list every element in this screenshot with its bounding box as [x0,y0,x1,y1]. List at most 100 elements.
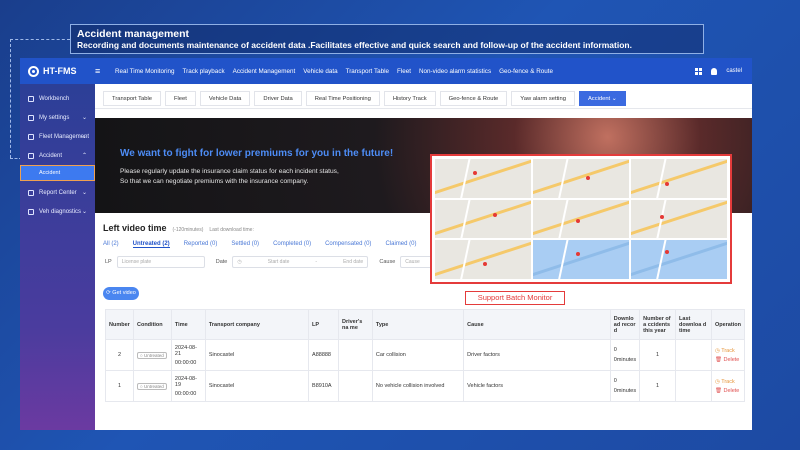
hamburger-menu-icon[interactable]: ≡ [95,66,115,76]
topnav-item[interactable]: Accident Management [233,68,296,75]
user-menu[interactable]: castel [726,68,742,74]
chevron-down-icon: ⌄ [611,96,617,102]
col-header[interactable]: Type [371,309,465,340]
accident-table: Number Condition Time Transport company … [105,309,746,402]
logo-icon [28,65,39,77]
map-tile[interactable] [533,240,629,279]
map-tile[interactable] [435,199,531,239]
tab-real-time-positioning[interactable]: Real Time Positioning [305,91,380,106]
col-header[interactable]: Condition [132,309,172,340]
cell-last-download [675,370,712,402]
map-tile[interactable] [533,159,629,198]
tab-driver-data[interactable]: Driver Data [254,91,302,106]
fleet-icon [28,133,34,140]
map-tile[interactable] [533,199,629,239]
sidebar-item-label: My settings [39,114,70,121]
bell-icon[interactable] [711,67,718,75]
tab-fleet[interactable]: Fleet [164,91,196,106]
tab-geo-fence-route[interactable]: Geo-fence & Route [439,91,508,106]
topnav-item[interactable]: Transport Table [346,68,389,75]
map-tile[interactable] [631,199,727,239]
chevron-down-icon: ⌄ [81,134,87,140]
track-link[interactable]: ◷ Track [715,348,741,354]
delete-link[interactable]: 🗑 Delete [715,357,741,363]
col-header[interactable]: Last downloa d time [675,309,712,340]
col-header[interactable]: Number of a ccidents this year [639,309,677,340]
banner-title: We want to fight for lower premiums for … [120,148,394,159]
sidebar-item-veh-diagnostics[interactable]: Veh diagnostics ⌄ [20,202,95,221]
topnav-item[interactable]: Real Time Monitoring [115,68,175,75]
connector-line [10,39,70,40]
cell-condition: ○ Untreated [132,339,172,371]
tab-vehicle-data[interactable]: Vehicle Data [199,91,251,106]
map-tile[interactable] [631,240,727,279]
vehicle-marker-icon [664,249,669,254]
sidebar-subitem-accident[interactable]: Accident [20,165,95,181]
status-tab-claimed[interactable]: Claimed (0) [385,241,416,248]
apps-grid-icon[interactable] [695,67,703,75]
track-link[interactable]: ◷ Track [715,379,741,385]
cell-lp: B8910A [308,370,339,402]
sidebar-item-label: Report Center [39,189,77,196]
status-tab-untreated[interactable]: Untreated (2) [132,241,170,248]
sidebar-item-report-center[interactable]: Report Center ⌄ [20,183,95,202]
status-tab-compensated[interactable]: Compensated (0) [325,241,371,248]
settings-icon [28,114,34,121]
col-header[interactable]: Cause [463,309,611,340]
cell-condition: ○ Untreated [132,370,172,402]
get-video-label: Get video [112,290,136,296]
tab-accident[interactable]: Accident ⌄ [578,91,626,106]
col-header[interactable]: Transport company [204,309,310,340]
topnav-item[interactable]: Non-video alarm statistics [419,68,491,75]
vehicle-marker-icon [576,251,581,256]
map-tile[interactable] [631,159,727,198]
time-date: 2024-08-19 [174,375,197,388]
chevron-down-icon: ⌄ [81,115,87,121]
tab-transport-table[interactable]: Transport Table [103,91,161,106]
map-tile[interactable] [435,240,531,279]
cell-operation: ◷ Track 🗑 Delete [710,339,746,371]
table-row[interactable]: 1 ○ Untreated 2024-08-19 00:00:00 Sinocas… [105,370,746,402]
col-header[interactable]: LP [308,309,339,340]
sidebar-item-my-settings[interactable]: My settings ⌄ [20,108,95,127]
topnav-item[interactable]: Track playback [183,68,225,75]
delete-link[interactable]: 🗑 Delete [715,388,741,394]
banner-line: Please regularly update the insurance cl… [120,168,339,175]
time-clock: 00:00:00 [174,359,197,366]
status-tab-completed[interactable]: Completed (0) [273,241,311,248]
cell-driver [337,339,373,371]
download-minutes: 0minutes [613,388,637,394]
col-header[interactable]: Driver's na me [337,309,373,340]
vehicle-marker-icon [664,182,669,187]
topnav-item[interactable]: Vehicle data [303,68,337,75]
col-header[interactable]: Downlo ad recor d [609,309,641,340]
get-video-button[interactable]: ⟳ Get video [103,287,139,300]
cell-company: Sinocastel [204,370,310,402]
cell-accidents: 1 [639,370,677,402]
status-tab-reported[interactable]: Reported (0) [184,241,218,248]
tab-yaw-alarm-setting[interactable]: Yaw alarm setting [511,91,575,106]
cell-accidents: 1 [639,339,677,371]
section-title: Left video time [103,223,167,233]
col-header[interactable]: Time [170,309,206,340]
accident-icon [28,152,34,159]
logo[interactable]: HT-FMS [20,65,95,77]
sidebar-item-workbench[interactable]: Workbench [20,89,95,108]
date-range-input[interactable]: ◷ Start date - End date [232,256,369,268]
connector-line [10,39,11,158]
cell-time: 2024-08-19 00:00:00 [170,370,206,402]
chevron-down-icon: ⌄ [81,190,87,196]
topnav-item[interactable]: Fleet [397,68,411,75]
topnav-item[interactable]: Geo-fence & Route [499,68,553,75]
col-header[interactable]: Operation [710,309,746,340]
map-tile[interactable] [435,159,531,198]
banner-line: So that we can negotiate premiums with t… [120,178,309,185]
status-tab-all[interactable]: All (2) [103,241,119,248]
sidebar-item-fleet-management[interactable]: Fleet Management ⌄ [20,127,95,146]
sidebar-item-accident[interactable]: Accident ⌃ [20,146,95,165]
col-header[interactable]: Number [105,309,134,340]
status-tab-settled[interactable]: Settled (0) [231,241,259,248]
tab-history-track[interactable]: History Track [383,91,436,106]
table-row[interactable]: 2 ○ Untreated 2024-08-21 00:00:00 Sinocas… [105,339,746,371]
license-plate-input[interactable]: License plate [116,256,205,268]
